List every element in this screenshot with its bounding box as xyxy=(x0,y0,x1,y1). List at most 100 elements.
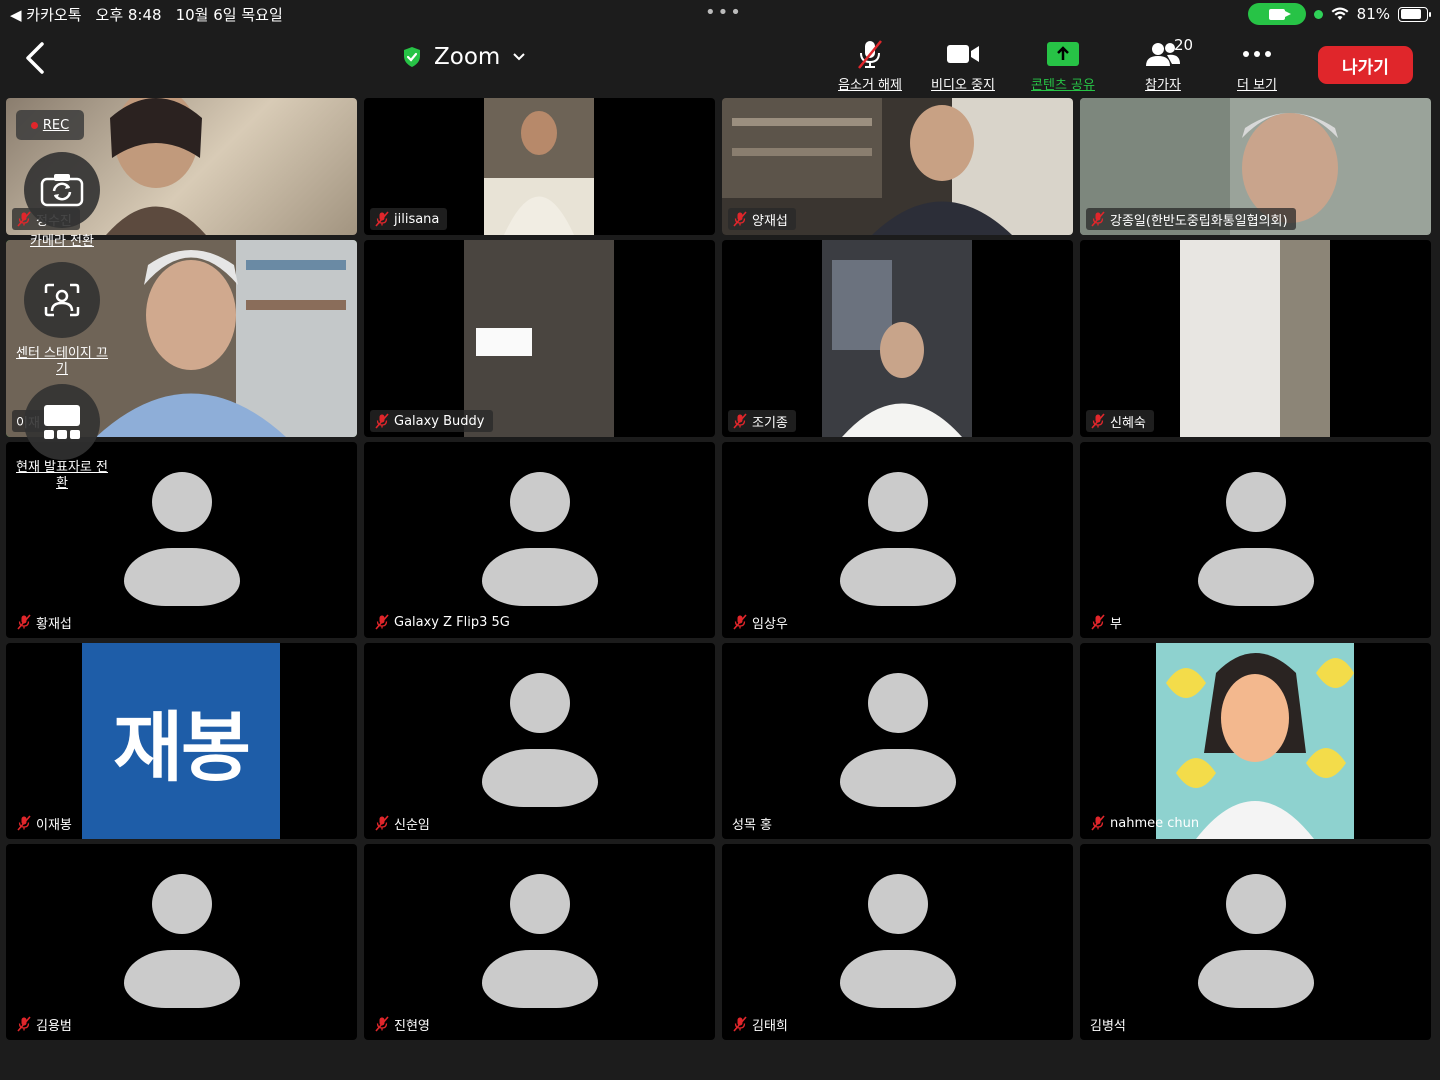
mic-off-icon xyxy=(733,413,747,429)
unmute-button[interactable]: 음소거 해제 xyxy=(825,38,915,93)
multitasking-dots-icon[interactable]: ••• xyxy=(705,2,743,23)
more-dots-icon xyxy=(1243,51,1271,57)
mic-off-icon xyxy=(375,211,389,227)
avatar-head xyxy=(867,472,928,532)
camera-in-use-indicator xyxy=(1247,3,1306,25)
avatar-body xyxy=(839,950,956,1008)
video-camera-icon xyxy=(947,45,979,63)
participant-video xyxy=(464,240,614,437)
center-stage-icon xyxy=(44,283,80,317)
center-stage-button[interactable] xyxy=(24,262,100,338)
participant-tile[interactable]: 김용범 xyxy=(6,844,357,1040)
participant-name-label: 부 xyxy=(1086,611,1130,633)
mic-off-icon xyxy=(733,211,747,227)
participant-tile[interactable]: jilisana xyxy=(364,98,715,235)
participant-name: 강종일(한반도중립화통일협의회) xyxy=(1110,213,1288,229)
mic-off-icon xyxy=(375,1016,389,1032)
status-bar: ◀ 카카오톡 오후 8:48 10월 6일 목요일 ••• 81% xyxy=(0,0,1440,28)
participant-video xyxy=(1180,240,1330,437)
participant-tile[interactable]: 양재섭 xyxy=(722,98,1073,235)
participant-name-label: 김병석 xyxy=(1086,1013,1134,1035)
participant-name: 김태희 xyxy=(752,1018,788,1034)
participant-tile[interactable]: 신순임 xyxy=(364,643,715,839)
avatar-placeholder xyxy=(481,472,598,608)
share-content-button[interactable]: 콘텐츠 공유 xyxy=(1018,38,1108,93)
participant-name-label: 임상우 xyxy=(728,611,796,633)
participant-name-label: 김용범 xyxy=(12,1013,80,1035)
participant-tile[interactable]: 조기종 xyxy=(722,240,1073,437)
stop-video-button[interactable]: 비디오 중지 xyxy=(918,38,1008,93)
participant-name-label: 신혜숙 xyxy=(1086,410,1154,432)
participant-name-label: 성목 홍 xyxy=(728,812,780,834)
participant-tile[interactable]: 신혜숙 xyxy=(1080,240,1431,437)
participant-tile[interactable]: 진현영 xyxy=(364,844,715,1040)
participant-tile[interactable]: 강종일(한반도중립화통일협의회) xyxy=(1080,98,1431,235)
share-screen-icon xyxy=(1047,42,1079,66)
mic-off-icon xyxy=(1091,614,1105,630)
wifi-icon xyxy=(1331,7,1349,20)
leave-button[interactable]: 나가기 xyxy=(1318,46,1413,84)
more-button[interactable]: 더 보기 xyxy=(1212,38,1302,93)
profile-picture-text: 재봉 xyxy=(113,703,251,792)
privacy-dot-icon xyxy=(1313,9,1323,19)
recording-badge[interactable]: REC xyxy=(16,110,84,140)
participant-name: 진현영 xyxy=(394,1018,430,1034)
participant-name: Galaxy Buddy xyxy=(394,413,485,429)
camera-icon xyxy=(1268,8,1291,20)
participant-tile[interactable]: nahmee chun xyxy=(1080,643,1431,839)
status-time: 오후 8:48 xyxy=(95,6,162,24)
avatar-placeholder xyxy=(1197,472,1314,608)
participant-tile[interactable]: Galaxy Z Flip3 5G xyxy=(364,442,715,638)
avatar-body xyxy=(1197,950,1314,1008)
participant-name-label: 이재봉 xyxy=(12,812,80,834)
avatar-head xyxy=(1225,472,1286,532)
switch-camera-button[interactable] xyxy=(24,152,100,228)
avatar-body xyxy=(481,548,598,606)
participant-name-label: jilisana xyxy=(370,208,448,230)
participant-name: 김병석 xyxy=(1090,1018,1126,1034)
switch-speaker-view-label: 현재 발표자로 전환 xyxy=(16,460,108,491)
avatar-head xyxy=(867,673,928,733)
participant-tile[interactable]: 김병석 xyxy=(1080,844,1431,1040)
stop-video-label: 비디오 중지 xyxy=(931,78,995,93)
avatar-body xyxy=(123,950,240,1008)
mic-off-icon xyxy=(733,614,747,630)
participant-name-label: 황재섭 xyxy=(12,611,80,633)
participant-name: nahmee chun xyxy=(1110,815,1200,831)
share-content-label: 콘텐츠 공유 xyxy=(1031,78,1095,93)
participant-tile[interactable]: 성목 홍 xyxy=(722,643,1073,839)
participant-name-label: 진현영 xyxy=(370,1013,438,1035)
mic-off-icon xyxy=(1091,815,1105,831)
profile-picture: 재봉 xyxy=(82,643,280,839)
back-to-app-link[interactable]: ◀ 카카오톡 xyxy=(10,4,82,25)
mic-off-icon xyxy=(1091,211,1105,227)
participant-tile[interactable]: Galaxy Buddy xyxy=(364,240,715,437)
participant-tile[interactable]: 김태희 xyxy=(722,844,1073,1040)
battery-percent: 81% xyxy=(1356,5,1390,23)
mic-off-icon xyxy=(17,1016,31,1032)
participant-name-label: 조기종 xyxy=(728,410,796,432)
participant-name-label: Galaxy Z Flip3 5G xyxy=(370,611,518,633)
participant-name: jilisana xyxy=(394,211,440,227)
participant-tile[interactable]: 재봉이재봉 xyxy=(6,643,357,839)
participant-name: 신혜숙 xyxy=(1110,415,1146,431)
participant-tile[interactable]: 부 xyxy=(1080,442,1431,638)
participant-tile[interactable]: 임상우 xyxy=(722,442,1073,638)
battery-level xyxy=(1400,9,1421,19)
participant-video xyxy=(822,240,972,437)
participants-button[interactable]: 20 참가자 xyxy=(1118,36,1208,93)
switch-camera-label: 카메라 전환 xyxy=(30,234,94,249)
mic-off-icon xyxy=(375,614,389,630)
participant-name-label: 김태희 xyxy=(728,1013,796,1035)
switch-speaker-view-button[interactable] xyxy=(24,384,100,460)
gallery-view-grid: 정수진jilisana양재섭강종일(한반도중립화통일협의회)이재Galaxy B… xyxy=(6,98,1436,1044)
participant-name: Galaxy Z Flip3 5G xyxy=(394,614,510,630)
participant-name: 부 xyxy=(1110,616,1122,632)
back-chevron-icon[interactable] xyxy=(20,40,50,76)
meeting-title-dropdown[interactable]: Zoom xyxy=(402,44,526,70)
mic-off-icon xyxy=(1091,413,1105,429)
avatar-body xyxy=(1197,548,1314,606)
avatar-body xyxy=(123,548,240,606)
avatar-head xyxy=(151,472,212,532)
meeting-title: Zoom xyxy=(434,44,501,70)
